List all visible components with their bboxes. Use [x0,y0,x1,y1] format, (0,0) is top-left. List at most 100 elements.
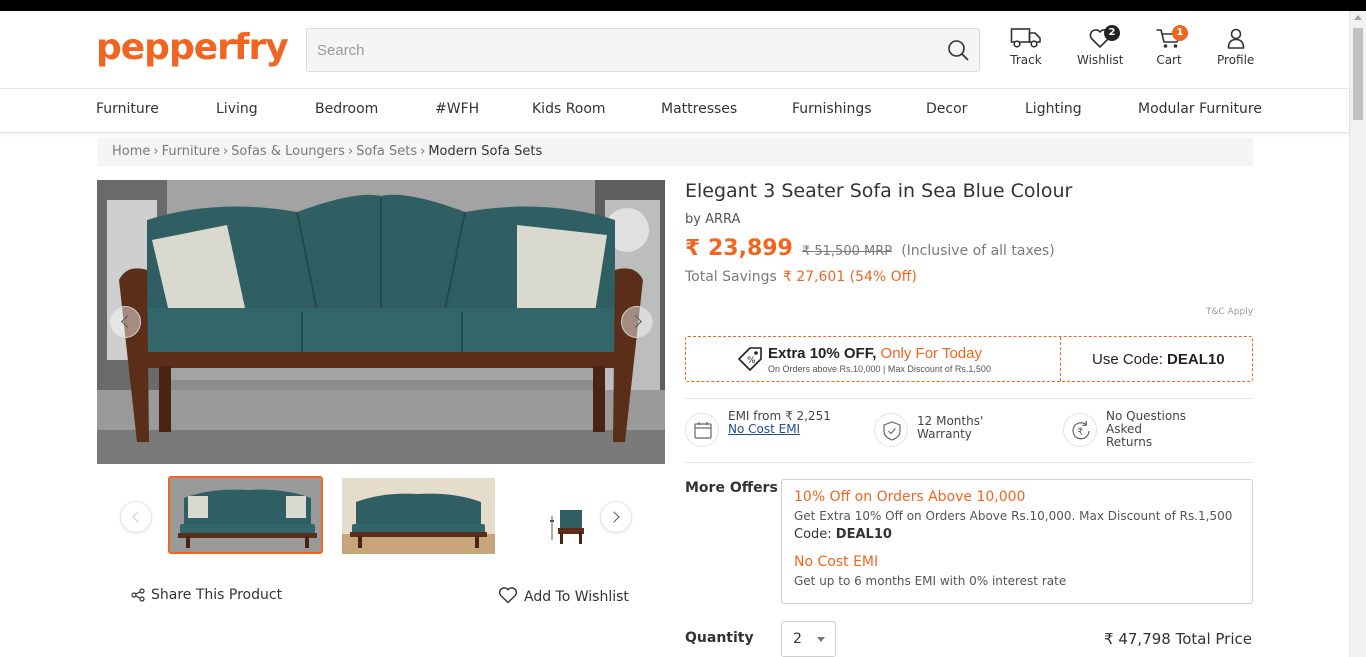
offer-description: Get Extra 10% Off on Orders Above Rs.10,… [794,509,1233,523]
image-prev-button[interactable] [109,306,141,338]
quantity-value: 2 [793,631,802,647]
profile-label: Profile [1217,53,1255,67]
wishlist-label: Add To Wishlist [524,589,629,605]
quantity-select[interactable]: 2 [781,621,836,657]
search-icon[interactable] [947,39,969,61]
nav-item-furnishings[interactable]: Furnishings [792,101,872,117]
coupon-title-bold: Extra 10% OFF, [768,345,881,362]
breadcrumb-sofa-sets[interactable]: Sofa Sets [356,144,417,159]
wishlist-label: Wishlist [1077,53,1124,67]
site-header: pepperfry Track 2 Wishlist 1 Cart [0,11,1349,89]
search-bar [306,28,980,72]
breadcrumb-home[interactable]: Home [112,144,150,159]
more-offers-box: 10% Off on Orders Above 10,000 Get Extra… [781,479,1253,604]
divider [685,462,1253,463]
coupon-code-value: DEAL10 [1167,351,1225,368]
breadcrumb-furniture[interactable]: Furniture [162,144,220,159]
coupon-title: Extra 10% OFF, Only For Today [768,345,982,362]
pepperfry-logo[interactable]: pepperfry [96,27,289,69]
chevron-left-icon [132,511,144,523]
warranty-line-2: Warranty [917,427,972,441]
header-wishlist[interactable]: 2 Wishlist [1077,25,1124,67]
nav-item-bedroom[interactable]: Bedroom [315,101,378,117]
svg-text:₹: ₹ [1077,427,1083,438]
breadcrumb-separator-icon: › [222,144,229,159]
nav-item-furniture[interactable]: Furniture [96,101,159,117]
thumbnail-strip [120,476,640,556]
returns-line-3: Returns [1106,435,1153,449]
divider [685,398,1253,399]
calendar-icon [685,413,719,447]
nav-item-kids-room[interactable]: Kids Room [532,101,606,117]
thumbnail-2[interactable] [342,478,495,554]
header-track[interactable]: Track [1010,27,1042,67]
total-savings: Total Savings ₹ 27,601 (54% Off) [685,269,917,285]
breadcrumb: Home › Furniture › Sofas & Loungers › Sofa Set… [97,138,1253,166]
nav-item-mattresses[interactable]: Mattresses [661,101,737,117]
thumbnail-3[interactable] [540,498,600,548]
coupon-title-highlight: Only For Today [880,345,982,362]
thumbnail-next-button[interactable] [600,501,632,533]
offer-code-label: Code: [794,527,836,542]
nav-item-living[interactable]: Living [216,101,258,117]
shield-check-icon [874,413,908,447]
savings-amount: ₹ 27,601 (54% Off) [782,269,917,285]
cart-label: Cart [1156,53,1182,67]
feature-returns-text: No Questions Asked Returns [1106,410,1186,449]
tax-note: (Inclusive of all taxes) [901,243,1055,259]
breadcrumb-separator-icon: › [420,144,426,159]
offer-item[interactable]: No Cost EMI Get up to 6 months EMI with … [794,554,1066,588]
offer-code-value: DEAL10 [835,527,892,542]
svg-text:%: % [747,356,756,366]
product-main-image[interactable] [97,180,665,464]
product-title: Elegant 3 Seater Sofa in Sea Blue Colour [685,180,1073,202]
breadcrumb-current: Modern Sofa Sets [428,144,543,159]
offer-description: Get up to 6 months EMI with 0% interest … [794,574,1067,588]
coupon-subtitle: On Orders above Rs.10,000 | Max Discount… [768,364,991,374]
rupee-return-icon: ₹ [1063,413,1097,447]
search-input[interactable] [307,29,927,71]
feature-warranty-text: 12 Months' Warranty [917,415,983,441]
share-icon [131,588,145,602]
image-next-button[interactable] [621,306,653,338]
wishlist-count-badge: 2 [1104,25,1120,41]
breadcrumb-separator-icon: › [347,144,354,159]
category-nav: Furniture Living Bedroom #WFH Kids Room … [0,89,1349,133]
cart-count-badge: 1 [1172,25,1188,41]
truck-icon [1010,28,1041,48]
thumbnail-prev-button[interactable] [120,501,152,533]
nav-item-modular-furniture[interactable]: Modular Furniture [1138,101,1262,117]
share-product-button[interactable]: Share This Product [131,587,282,603]
caret-down-icon [817,637,825,642]
nav-item-wfh[interactable]: #WFH [435,101,479,117]
coupon-code[interactable]: Use Code: DEAL10 [1092,351,1225,368]
coupon-offer: % Extra 10% OFF, Only For Today On Order… [686,337,1061,381]
heart-icon [498,587,518,604]
page-scrollbar[interactable] [1349,11,1366,657]
coupon-banner[interactable]: % Extra 10% OFF, Only For Today On Order… [685,336,1253,382]
offer-title: 10% Off on Orders Above 10,000 [794,489,1026,505]
more-offers-label: More Offers [685,480,778,496]
product-brand[interactable]: by ARRA [685,212,740,227]
chevron-left-icon [121,315,134,328]
header-profile[interactable]: Profile [1217,27,1254,67]
tc-apply-link[interactable]: T&C Apply [1206,307,1253,317]
coupon-tag-icon: % [738,347,762,371]
add-to-wishlist-button[interactable]: Add To Wishlist [498,587,629,605]
thumbnail-1[interactable] [168,476,323,554]
nav-item-lighting[interactable]: Lighting [1025,101,1082,117]
sofa-image [97,180,665,464]
scroll-up-arrow-icon[interactable] [1354,15,1362,20]
offer-item[interactable]: 10% Off on Orders Above 10,000 Get Extra… [794,489,1232,542]
header-cart[interactable]: 1 Cart [1154,25,1188,67]
browser-top-bar [0,0,1366,11]
selling-price: ₹ 23,899 [685,236,793,261]
nav-item-decor[interactable]: Decor [926,101,967,117]
breadcrumb-separator-icon: › [153,144,159,159]
breadcrumb-sofas-loungers[interactable]: Sofas & Loungers [231,144,345,159]
scrollbar-thumb[interactable] [1353,28,1363,120]
feature-emi-text: EMI from ₹ 2,251 No Cost EMI [728,410,831,436]
no-cost-emi-link[interactable]: No Cost EMI [728,422,800,436]
total-price: ₹ 47,798 Total Price [1104,630,1252,648]
user-icon [1227,28,1244,49]
